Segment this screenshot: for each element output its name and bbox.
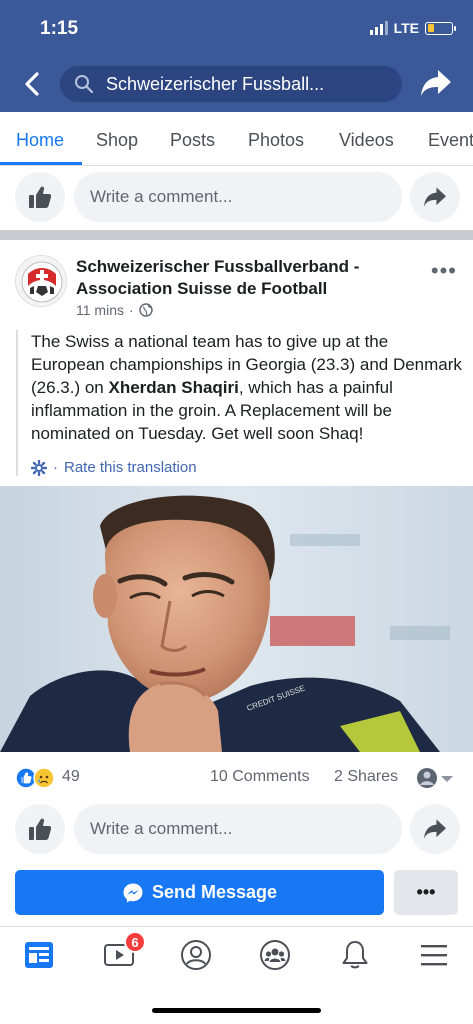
shares-count[interactable]: 2 Shares bbox=[334, 768, 398, 786]
comments-count[interactable]: 10 Comments bbox=[210, 768, 310, 786]
nav-menu[interactable] bbox=[409, 935, 459, 975]
comment-input[interactable]: Write a comment... bbox=[74, 172, 402, 222]
active-tab-indicator bbox=[0, 162, 82, 165]
rate-translation[interactable]: · Rate this translation bbox=[31, 459, 463, 476]
thumbs-up-icon bbox=[29, 818, 52, 840]
globe-icon bbox=[138, 303, 153, 317]
more-options-icon[interactable]: ••• bbox=[431, 258, 457, 284]
send-message-button[interactable]: Send Message bbox=[15, 870, 384, 915]
menu-icon bbox=[421, 945, 447, 966]
sad-reaction-icon bbox=[33, 767, 55, 789]
app-header: 1:15 LTE Schweizerischer Fussball... bbox=[0, 0, 473, 112]
network-label: LTE bbox=[393, 20, 419, 36]
post-meta: 11 mins · bbox=[76, 302, 153, 318]
rate-translation-label: Rate this translation bbox=[64, 459, 197, 476]
search-input[interactable]: Schweizerischer Fussball... bbox=[60, 66, 402, 102]
news-feed-icon bbox=[25, 942, 53, 968]
comment-row-bottom: Write a comment... bbox=[0, 802, 473, 856]
nav-watch[interactable]: 6 bbox=[94, 931, 146, 975]
nav-notifications[interactable] bbox=[330, 935, 380, 975]
tab-events[interactable]: Events bbox=[428, 130, 473, 151]
reaction-count[interactable]: 49 bbox=[62, 768, 80, 786]
mention-link[interactable]: Xherdan Shaqiri bbox=[109, 378, 239, 397]
thumbs-up-icon bbox=[29, 186, 52, 208]
search-query: Schweizerischer Fussball... bbox=[106, 73, 325, 94]
post-text: The Swiss a national team has to give up… bbox=[31, 332, 462, 443]
profile-selector-icon bbox=[417, 768, 453, 788]
back-button[interactable] bbox=[18, 68, 46, 100]
share-post-button[interactable] bbox=[410, 172, 460, 222]
gear-icon bbox=[31, 459, 47, 476]
bell-icon bbox=[342, 941, 368, 969]
nav-profile[interactable] bbox=[171, 935, 221, 975]
status-time: 1:15 bbox=[40, 18, 79, 39]
comment-row-top: Write a comment... bbox=[0, 170, 473, 224]
groups-icon bbox=[260, 940, 290, 970]
nav-groups[interactable] bbox=[250, 935, 300, 975]
share-icon bbox=[424, 819, 446, 839]
share-button[interactable] bbox=[419, 68, 453, 100]
post-photo[interactable]: CREDIT SUISSE bbox=[0, 486, 473, 752]
share-icon bbox=[424, 187, 446, 207]
share-icon bbox=[421, 70, 451, 96]
home-indicator bbox=[152, 1008, 321, 1013]
section-divider bbox=[0, 230, 473, 240]
like-button[interactable] bbox=[15, 172, 65, 222]
like-button[interactable] bbox=[15, 804, 65, 854]
send-message-label: Send Message bbox=[151, 882, 278, 902]
status-indicators: LTE bbox=[369, 20, 456, 36]
tab-home[interactable]: Home bbox=[16, 130, 64, 151]
tab-videos[interactable]: Videos bbox=[339, 130, 394, 151]
tab-posts[interactable]: Posts bbox=[170, 130, 215, 151]
post-body: The Swiss a national team has to give up… bbox=[16, 330, 463, 476]
share-post-button[interactable] bbox=[410, 804, 460, 854]
profile-icon bbox=[181, 940, 211, 970]
chevron-left-icon bbox=[25, 72, 39, 96]
more-actions-button[interactable]: ••• bbox=[394, 870, 458, 915]
messenger-icon bbox=[123, 883, 143, 902]
comment-input[interactable]: Write a comment... bbox=[74, 804, 402, 854]
battery-icon bbox=[425, 21, 456, 35]
status-bar: 1:15 LTE bbox=[0, 0, 473, 56]
post-time: 11 mins bbox=[76, 302, 124, 318]
search-icon bbox=[75, 75, 94, 94]
signal-icon bbox=[369, 21, 388, 35]
tab-photos[interactable]: Photos bbox=[248, 130, 304, 151]
page-avatar[interactable] bbox=[15, 255, 67, 307]
bottom-nav: 6 bbox=[0, 926, 473, 986]
page-name[interactable]: Schweizerischer Fussballverband - Associ… bbox=[76, 256, 406, 300]
notification-badge: 6 bbox=[124, 931, 146, 953]
tab-shop[interactable]: Shop bbox=[96, 130, 138, 151]
page-tabs: Home Shop Posts Photos Videos Events bbox=[0, 112, 473, 166]
reactions-bar: 49 10 Comments 2 Shares bbox=[0, 762, 473, 792]
nav-news-feed[interactable] bbox=[14, 935, 64, 975]
